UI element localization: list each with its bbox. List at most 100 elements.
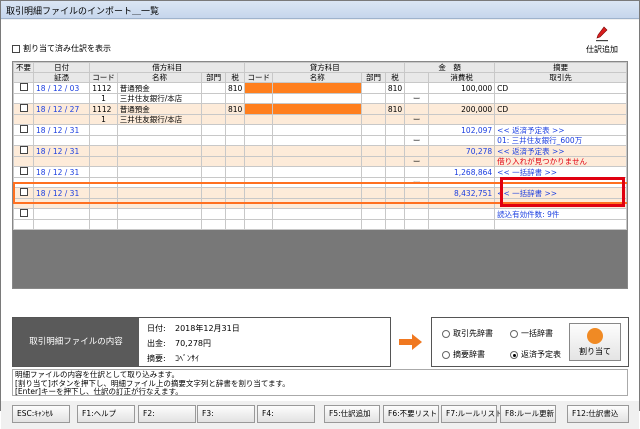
col-debit-dept: 部門 (201, 72, 226, 83)
row-date: 18 / 12 / 31 (32, 124, 91, 136)
row-unnecessary-checkbox[interactable] (19, 146, 28, 154)
row-debit-name: 普通預金 (116, 82, 203, 94)
table-row[interactable]: 18 / 12 / 31 1,268,864 << 一括辞書 >> (13, 166, 627, 178)
option-bulk-dict-label: 一括辞書 (521, 329, 553, 338)
row-unnecessary-checkbox[interactable] (19, 209, 28, 217)
row-unnecessary-checkbox[interactable] (19, 83, 28, 91)
col-debit-group: 借方科目 (89, 62, 246, 73)
table-row-sub[interactable]: ー (13, 198, 627, 209)
col-amount-group: 金 額 (404, 62, 496, 73)
row-unnecessary-checkbox[interactable] (19, 167, 28, 175)
row-amount: 8,432,751 (428, 187, 496, 199)
f6-unneeded-list-button[interactable]: F6:不要リスト (383, 405, 439, 423)
add-journal-label: 仕訳追加 (586, 45, 618, 54)
table-row[interactable]: 18 / 12 / 03 1112 普通預金 810 810 100,000 C… (13, 82, 627, 94)
col-debit-code: コード (89, 72, 118, 83)
col-credit-tax: 税 (384, 72, 406, 83)
table-row-selected[interactable]: 18 / 12 / 31 70,278 << 返済予定表 >> (13, 145, 627, 157)
row-credit-name-empty[interactable] (272, 103, 363, 115)
f8-rule-update-button[interactable]: F8:ルール更新 (500, 405, 556, 423)
col-debit-tax: 税 (224, 72, 246, 83)
row-dash: ー (404, 177, 430, 188)
row-summary: CD (494, 103, 627, 115)
header-row-1: 不要 日付 借方科目 貸方科目 金 額 摘要 (13, 62, 627, 73)
row-credit-code-empty[interactable] (244, 103, 274, 115)
row-credit-name-empty[interactable] (272, 82, 363, 94)
radio-icon[interactable] (442, 350, 450, 359)
row-sub-code: 1 (89, 93, 118, 104)
row-dash: ー (404, 93, 430, 104)
show-assigned-checkbox[interactable]: 割り当て済み仕訳を表示 (12, 43, 111, 54)
row-amount: 200,000 (428, 103, 496, 115)
checkbox-box[interactable] (12, 44, 20, 53)
table-row-sub[interactable]: ー (13, 177, 627, 188)
row-credit-code-empty[interactable] (244, 82, 274, 94)
row-date: 18 / 12 / 31 (32, 187, 91, 199)
window-title: 取引明細ファイルのインポート＿一覧 (6, 7, 160, 17)
table-row-sub[interactable]: 1 三井住友銀行/本店 ー (13, 114, 627, 125)
row-date: 18 / 12 / 31 (32, 166, 91, 178)
row-date: 18 / 12 / 31 (32, 145, 91, 157)
row-dash: ー (404, 198, 430, 209)
table-row-sub[interactable]: 1 三井住友銀行/本店 ー (13, 93, 627, 104)
col-credit-group: 貸方科目 (244, 62, 406, 73)
row-debit-tax: 810 (224, 82, 246, 94)
row-summary: << 一括辞書 >> (494, 187, 627, 199)
table-row-sub[interactable]: ー 01: 三井住友銀行_600万 (13, 135, 627, 146)
radio-icon[interactable] (442, 329, 450, 338)
option-bulk-dict[interactable]: 一括辞書 (510, 328, 553, 339)
function-key-bar: ESC:ｷｬﾝｾﾙ F1:ヘルプ F2: F3: F4: F5:仕訳追加 F6:… (1, 401, 639, 429)
row-amount: 70,278 (428, 145, 496, 157)
row-summary: << 一括辞書 >> (494, 166, 627, 178)
option-partner-dict-label: 取引先辞書 (453, 329, 493, 338)
option-summary-dict[interactable]: 摘要辞書 (442, 349, 485, 360)
journal-table: 不要 日付 借方科目 貸方科目 金 額 摘要 証憑 コード 名称 部門 税 コー… (13, 62, 627, 230)
table-row[interactable]: 18 / 12 / 27 1112 普通預金 810 810 200,000 C… (13, 103, 627, 115)
row-unnecessary-checkbox[interactable] (19, 104, 28, 112)
row-partner: 01: 三井住友銀行_600万 (494, 135, 627, 146)
radio-icon[interactable] (510, 329, 518, 338)
table-row-empty[interactable]: 読込有効件数: 9件 (13, 208, 627, 220)
f5-add-journal-button[interactable]: F5:仕訳追加 (324, 405, 380, 423)
add-journal-button[interactable]: 仕訳追加 (584, 26, 620, 55)
row-debit-tax: 810 (224, 103, 246, 115)
f7-rule-list-button[interactable]: F7:ルールリスト (441, 405, 503, 423)
f1-help-button[interactable]: F1:ヘルプ (77, 405, 135, 423)
col-summary-group: 摘要 (494, 62, 627, 73)
table-row-sub[interactable]: ー 借り入れが見つかりません (13, 156, 627, 167)
table-row[interactable]: 18 / 12 / 31 8,432,751 << 一括辞書 >> (13, 187, 627, 199)
col-date: 日付 (32, 62, 91, 73)
row-debit-code: 1112 (89, 103, 118, 115)
row-debit-name: 普通預金 (116, 103, 203, 115)
radio-selected-icon[interactable] (510, 350, 518, 359)
info-summary-value: ｺﾍﾞﾝｻｲ (175, 354, 199, 363)
statement-content-heading: 取引明細ファイルの内容 (13, 318, 139, 366)
journal-grid[interactable]: 不要 日付 借方科目 貸方科目 金 額 摘要 証憑 コード 名称 部門 税 コー… (12, 61, 628, 289)
option-repayment[interactable]: 返済予定表 (510, 349, 561, 360)
esc-cancel-button[interactable]: ESC:ｷｬﾝｾﾙ (12, 405, 70, 423)
row-amount: 100,000 (428, 82, 496, 94)
f3-button[interactable]: F3: (197, 405, 255, 423)
info-date-label: 日付: (147, 324, 166, 333)
row-sub-name: 三井住友銀行/本店 (116, 114, 203, 125)
row-sub-name: 三井住友銀行/本店 (116, 93, 203, 104)
show-assigned-label: 割り当て済み仕訳を表示 (23, 44, 111, 53)
arrow-right-icon (399, 334, 423, 352)
f12-write-journal-button[interactable]: F12:仕訳書込 (567, 405, 629, 423)
row-unnecessary-checkbox[interactable] (19, 125, 28, 133)
statement-content-details: 日付: 2018年12月31日 出金: 70,278円 摘要: ｺﾍﾞﾝｻｲ (139, 318, 390, 366)
row-sub-code: 1 (89, 114, 118, 125)
row-error-message: 借り入れが見つかりません (494, 156, 627, 167)
assign-button-label: 割り当て (579, 347, 611, 356)
help-line: [Enter]キーを押下し、仕訳の訂正が行なえます。 (15, 387, 183, 396)
header-row-2: 証憑 コード 名称 部門 税 コード 名称 部門 税 消費税 取引先 (13, 72, 627, 83)
f2-button[interactable]: F2: (138, 405, 196, 423)
table-row[interactable]: 18 / 12 / 31 102,097 << 返済予定表 >> (13, 124, 627, 136)
row-dash: ー (404, 156, 430, 167)
assign-button[interactable]: 割り当て (569, 323, 621, 361)
row-summary: << 返済予定表 >> (494, 145, 627, 157)
col-partner: 取引先 (494, 72, 627, 83)
option-partner-dict[interactable]: 取引先辞書 (442, 328, 493, 339)
row-unnecessary-checkbox[interactable] (19, 188, 28, 196)
f4-button[interactable]: F4: (257, 405, 315, 423)
